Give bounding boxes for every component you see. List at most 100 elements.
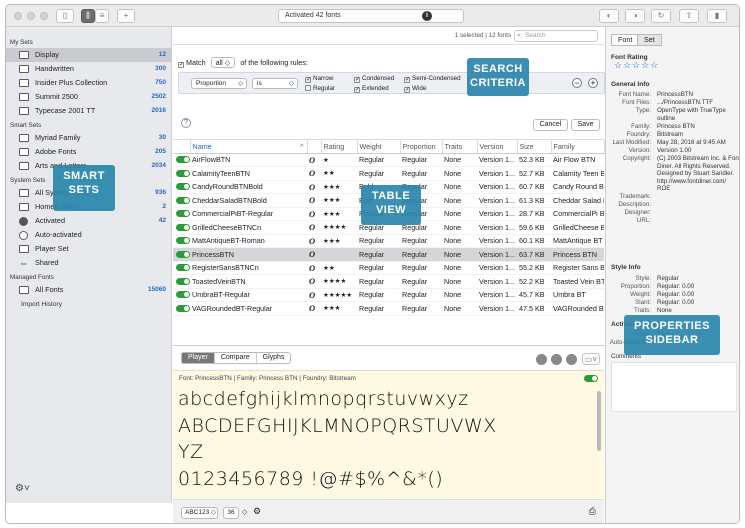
- activation-toggle[interactable]: [176, 156, 190, 164]
- col-size[interactable]: Size: [517, 140, 552, 154]
- activation-toggle-cell: [173, 153, 190, 167]
- comments-field[interactable]: [611, 362, 737, 412]
- col-type[interactable]: [307, 140, 322, 154]
- cell-name: PrincessBTN: [190, 247, 307, 262]
- sidebar-item-adobe[interactable]: Adobe Fonts 205: [6, 145, 172, 159]
- table-row[interactable]: ToastedVeinBTN O ★★★★ Regular Regular None Ver…: [173, 274, 604, 289]
- tab-font[interactable]: Font: [611, 34, 640, 46]
- sidebar-item-shared[interactable]: ⇔ Shared: [6, 256, 172, 270]
- activate-toggle-icon[interactable]: ◐: [599, 9, 619, 23]
- preview-menu-icon[interactable]: ▭˅: [582, 353, 600, 365]
- option-regular[interactable]: Regular: [305, 85, 335, 92]
- table-row[interactable]: MattAntiqueBT-Roman O ★★★ Regular Regular Non…: [173, 234, 604, 248]
- sidebar-item-auto-activated[interactable]: Auto-activated: [6, 228, 172, 242]
- option-narrow[interactable]: ✓ Narrow: [305, 75, 333, 83]
- sidebar-item-display[interactable]: Display 12: [6, 48, 172, 62]
- table-row[interactable]: RegisterSansBTNCn O ★★ Regular Regular None Ve…: [173, 261, 604, 275]
- add-set-button[interactable]: +: [117, 9, 135, 23]
- table-row[interactable]: UmbraBT-Regular O ★★★★★ Regular Regular None V…: [173, 288, 604, 302]
- gear-icon[interactable]: ⚙: [253, 506, 261, 517]
- option-semi-condensed[interactable]: ✓ Semi-Condensed: [404, 75, 461, 83]
- col-name[interactable]: Name ^: [190, 140, 308, 154]
- activation-toggle[interactable]: [176, 169, 190, 177]
- table-row[interactable]: CalamityTeenBTN O ★★ Regular Regular None Vers…: [173, 166, 604, 181]
- activation-toggle[interactable]: [176, 196, 190, 204]
- sidebar-item-handwritten[interactable]: Handwritten 300: [6, 62, 172, 76]
- table-row[interactable]: AirFlowBTN O ★ Regular Regular None Version 1.…: [173, 153, 604, 167]
- col-weight[interactable]: Weight: [357, 140, 401, 154]
- tab-glyphs[interactable]: Glyphs: [257, 353, 291, 363]
- refresh-icon[interactable]: ↻: [651, 9, 671, 23]
- col-rating[interactable]: Rating: [321, 140, 358, 154]
- table-row[interactable]: PrincessBTN O Regular Regular None Version 1.…: [173, 247, 604, 262]
- col-proportion[interactable]: Proportion: [400, 140, 443, 154]
- tab-set[interactable]: Set: [637, 34, 662, 46]
- option-extended[interactable]: ✓ Extended: [354, 85, 389, 93]
- col-version[interactable]: Version: [477, 140, 518, 154]
- list-view-icon[interactable]: ≡: [95, 9, 109, 23]
- activation-toggle[interactable]: [176, 223, 190, 231]
- activation-toggle[interactable]: [176, 210, 190, 218]
- activation-toggle[interactable]: [176, 291, 190, 299]
- match-select[interactable]: all ◇: [210, 57, 236, 68]
- size-field[interactable]: 36: [223, 507, 239, 519]
- activation-toggle[interactable]: [176, 237, 190, 245]
- sidebar-item-activated[interactable]: Activated 42: [6, 214, 172, 228]
- match-checkbox[interactable]: ✓: [178, 62, 184, 68]
- col-toggle[interactable]: [173, 140, 191, 154]
- preview-scrollbar[interactable]: [597, 391, 601, 451]
- search-criteria-panel: ✓ Match all ◇ of the following rules: Pro…: [173, 45, 605, 140]
- cell-type: O: [307, 261, 321, 275]
- gear-icon[interactable]: ⚙˅: [15, 483, 30, 494]
- add-rule-button[interactable]: +: [588, 78, 598, 88]
- save-button[interactable]: Save: [571, 119, 600, 131]
- sidebar-toggle-icon[interactable]: ▯: [56, 9, 74, 23]
- tab-compare[interactable]: Compare: [215, 353, 257, 363]
- rule-field-select[interactable]: Proportion ◇: [191, 78, 247, 89]
- print-icon[interactable]: ⎙: [589, 506, 596, 517]
- share-icon[interactable]: ⇧: [679, 9, 699, 23]
- grid-view-icon[interactable]: ⫼: [81, 9, 95, 23]
- info-icon[interactable]: i: [422, 11, 432, 21]
- option-condensed[interactable]: ✓ Condensed: [354, 75, 394, 83]
- rating-stars[interactable]: ☆☆☆☆☆: [614, 60, 659, 71]
- activation-toggle-cell: [173, 234, 190, 248]
- import-history-item[interactable]: Import History: [21, 301, 62, 308]
- search-input[interactable]: ⌕ Search: [514, 30, 598, 42]
- col-traits[interactable]: Traits: [442, 140, 478, 154]
- property-value: Princess BTN: [657, 123, 695, 130]
- zoom-window-button[interactable]: [40, 12, 48, 20]
- activation-toggle[interactable]: [176, 183, 190, 191]
- sidebar-item-insider[interactable]: Insider Plus Collection 750: [6, 76, 172, 90]
- preview-activation-toggle[interactable]: [584, 375, 598, 382]
- table-row[interactable]: VAGRoundedBT-Regular O ★★★ Regular Regular No…: [173, 301, 604, 316]
- minimize-window-button[interactable]: [27, 12, 35, 20]
- rule-op-select[interactable]: is ◇: [252, 78, 298, 89]
- tab-player[interactable]: Player: [182, 353, 215, 363]
- option-label: Narrow: [313, 75, 334, 82]
- size-stepper[interactable]: ◇: [242, 508, 247, 516]
- play-icon[interactable]: [551, 354, 562, 365]
- cancel-button[interactable]: Cancel: [533, 119, 568, 131]
- next-icon[interactable]: [566, 354, 577, 365]
- cell-type: O: [307, 234, 321, 248]
- activation-toggle[interactable]: [176, 250, 190, 258]
- help-button[interactable]: ?: [181, 118, 191, 128]
- activation-toggle[interactable]: [176, 304, 190, 312]
- sidebar-item-myriad[interactable]: Myriad Family 30: [6, 131, 172, 145]
- sidebar-item-summit[interactable]: Summit 2500 2502: [6, 90, 172, 104]
- col-family[interactable]: Family: [551, 140, 605, 154]
- close-window-button[interactable]: [14, 12, 22, 20]
- option-wide[interactable]: ✓ Wide: [404, 85, 426, 93]
- previous-icon[interactable]: [536, 354, 547, 365]
- remove-rule-button[interactable]: −: [572, 78, 582, 88]
- activation-toggle[interactable]: [176, 277, 190, 285]
- properties-panel-icon[interactable]: ▮: [707, 9, 727, 23]
- activation-toggle[interactable]: [176, 264, 190, 272]
- sidebar-item-player-set[interactable]: Player Set: [6, 242, 172, 256]
- sidebar-item-all-fonts[interactable]: All Fonts 15060: [6, 283, 172, 297]
- cell-rating: ★★★★: [321, 274, 357, 289]
- sidebar-item-typecase[interactable]: Typecase 2001 TT 2016: [6, 104, 172, 118]
- sample-text-select[interactable]: ABC123 ◇: [181, 507, 218, 519]
- deactivate-toggle-icon[interactable]: ◑: [625, 9, 645, 23]
